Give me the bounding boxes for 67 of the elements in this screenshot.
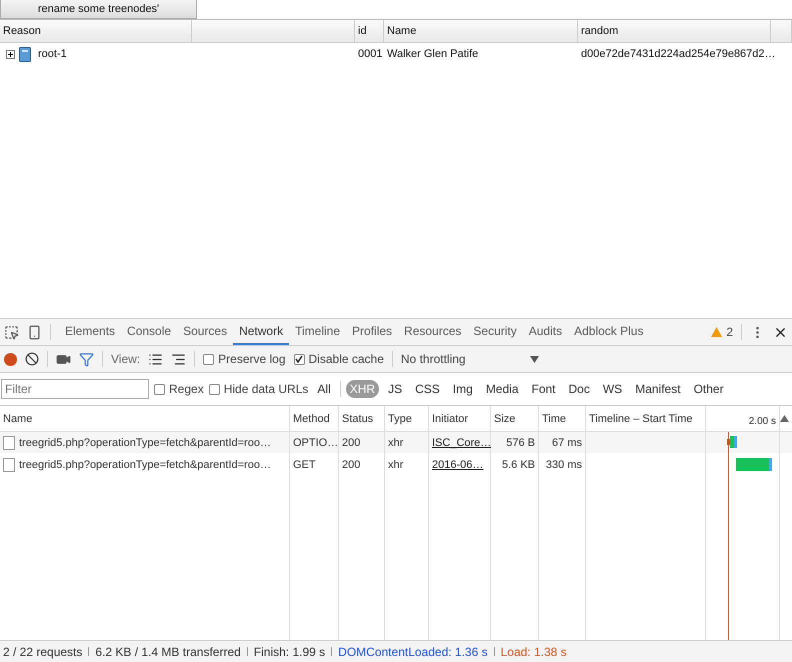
table-cell: 576 B [491,432,539,453]
book-icon [19,46,31,62]
filter-type[interactable]: Font [528,380,560,398]
tab[interactable]: Resources [398,319,468,345]
filter-type[interactable]: CSS [411,380,444,398]
table-cell-text: root-1 [37,48,67,60]
table-cell: OPTIO… [290,432,339,453]
filter-field[interactable]: Filter [1,379,149,399]
table-cell-text: 0001 [357,48,384,60]
filter-type[interactable]: JS [384,380,406,398]
table-cell: 67 ms [539,432,586,453]
checkbox[interactable] [154,384,165,394]
checkbox[interactable] [208,384,220,394]
tab[interactable]: Profiles [346,319,398,345]
record-icon[interactable] [4,352,17,366]
request-name[interactable]: treegrid5.php?operationType=fetch&parentId=roo… [0,432,290,453]
filter-type[interactable]: WS [598,380,626,398]
waterfall-bar-drawing [736,458,773,471]
sort-icon[interactable] [780,415,789,422]
filter-type[interactable]: Other [690,380,728,398]
column-header[interactable]: Name [384,20,578,42]
tab[interactable]: Timeline [289,319,346,345]
inspect-icon[interactable] [4,324,19,340]
device-icon[interactable] [27,324,42,340]
table-cell-text: Walker Glen Patife [386,48,480,60]
expand-icon[interactable] [6,50,15,58]
filter-type[interactable]: Manifest [631,380,685,398]
filter-type[interactable]: Img [448,380,477,398]
waterfall-bar-drawing [727,436,737,448]
checkbox-label: Preserve log [218,352,286,366]
rename-button[interactable]: rename some treenodes' [0,0,197,19]
column-header[interactable]: random [578,20,771,42]
throttling-dropdown[interactable]: No throttling [400,352,539,366]
tab[interactable]: Security [467,319,523,345]
checkbox-label: Hide data URLs [224,382,308,396]
status-text: Load: 1.38 s [500,644,567,658]
initiator-link[interactable]: ISC_Core… [429,432,491,453]
status-text: 2 / 22 requests [3,644,82,658]
warning-count[interactable]: 2 [711,325,733,339]
list-view-icon[interactable] [148,352,164,366]
checkbox[interactable] [294,354,305,364]
filter-type[interactable]: Media [482,380,522,398]
view-label: View: [111,352,140,366]
dropdown-arrow-icon[interactable] [530,356,539,362]
tab[interactable]: Sources [177,319,234,345]
initiator-link[interactable]: 2016-06… [429,453,491,476]
status-text: 6.2 KB / 1.4 MB transferred [95,644,241,658]
tab[interactable]: Adblock Plus [568,319,650,345]
checkbox-label: Disable cache [308,352,384,366]
status-text: DOMContentLoaded: 1.36 s [338,644,488,658]
waterfall-view-icon[interactable] [171,352,186,366]
filter-type[interactable]: Doc [564,380,594,398]
checkbox-label: Regex [169,382,204,396]
tab[interactable]: Audits [522,319,568,345]
column-header[interactable]: Reason [0,20,192,42]
clear-icon[interactable] [25,352,39,366]
table-cell: xhr [385,453,429,476]
request-name[interactable]: treegrid5.php?operationType=fetch&parentId=roo… [0,453,290,476]
filter-icon[interactable] [79,352,94,366]
checkbox[interactable] [203,354,214,364]
tab[interactable]: Elements [59,319,122,345]
tab[interactable]: Console [121,319,178,345]
status-text: Finish: 1.99 s [254,644,326,658]
table-cell: 200 [339,432,385,453]
filter-type[interactable]: All [313,380,335,398]
table-cell: xhr [385,432,429,453]
column-header[interactable]: id [355,20,384,42]
